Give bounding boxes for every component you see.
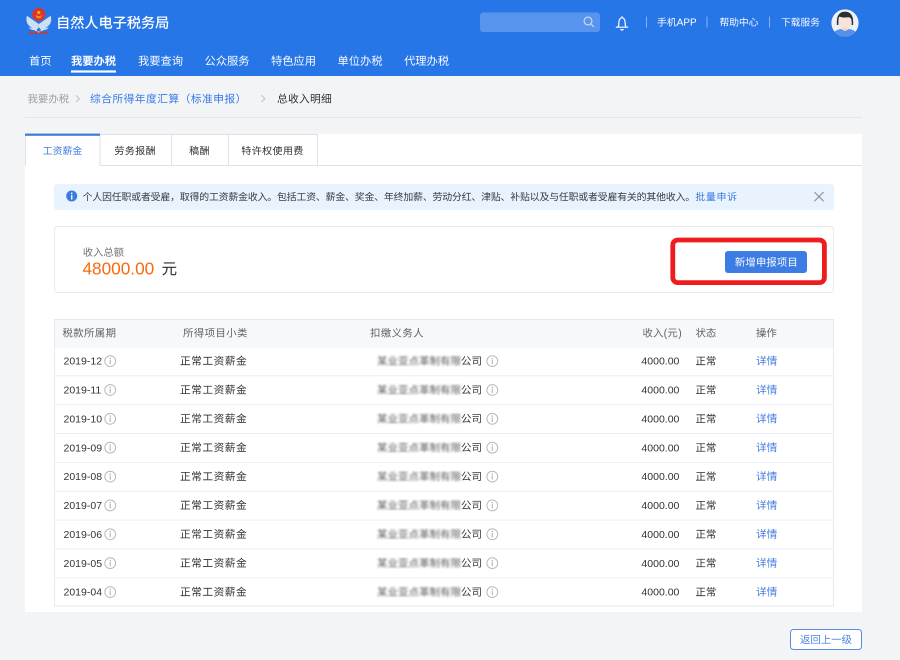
- svg-text:2019-04: 2019-04: [64, 587, 103, 599]
- svg-text:2019-09: 2019-09: [64, 442, 103, 454]
- svg-text:2019-08: 2019-08: [64, 471, 103, 483]
- svg-text:): ): [678, 328, 682, 340]
- svg-text:2019-12: 2019-12: [64, 356, 103, 368]
- svg-text:48000.00: 48000.00: [83, 258, 155, 278]
- svg-text:2019-11: 2019-11: [64, 385, 102, 397]
- svg-text:2019-07: 2019-07: [64, 500, 103, 512]
- svg-text:APP: APP: [677, 18, 697, 29]
- svg-text:2019-06: 2019-06: [64, 529, 103, 541]
- svg-text:2019-10: 2019-10: [64, 413, 103, 425]
- svg-text:2019-05: 2019-05: [64, 558, 103, 570]
- svg-text:(: (: [664, 328, 668, 340]
